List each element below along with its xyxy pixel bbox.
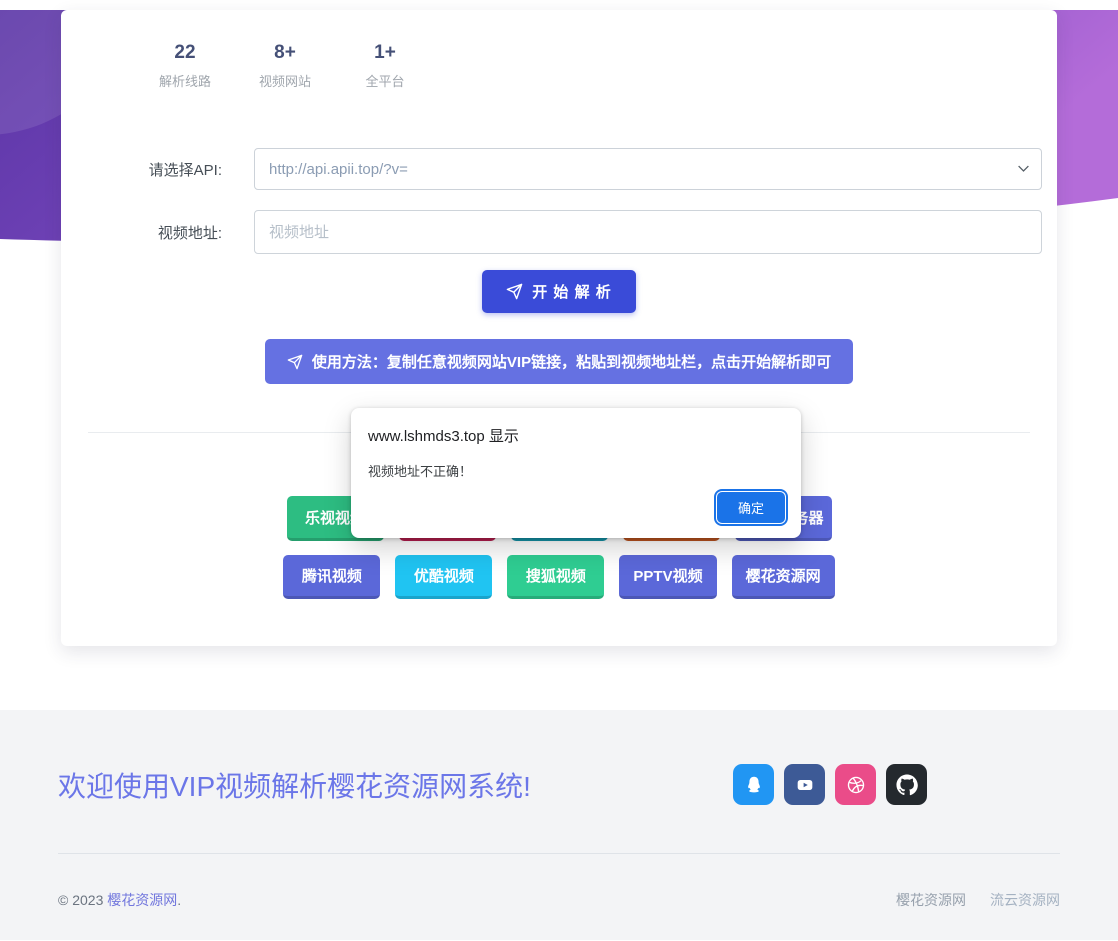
social-icons	[733, 764, 927, 805]
api-select-wrap: http://api.apii.top/?v=	[254, 148, 1042, 190]
github-social-button[interactable]	[886, 764, 927, 805]
alert-dialog-title: www.lshmds3.top 显示	[368, 425, 784, 446]
video-url-input[interactable]	[254, 210, 1042, 254]
stat-video-sites: 8+ 视频网站	[253, 42, 317, 90]
js-alert-dialog: www.lshmds3.top 显示 视频地址不正确！ 确定	[351, 408, 801, 538]
site-buttons-row-2: 腾讯视频 优酷视频 搜狐视频 PPTV视频 樱花资源网	[76, 555, 1042, 599]
usage-tip-banner: 使用方法：复制任意视频网站VIP链接，粘贴到视频地址栏，点击开始解析即可	[265, 339, 853, 384]
stat-label: 全平台	[353, 71, 417, 90]
youtube-social-button[interactable]	[784, 764, 825, 805]
start-parse-button[interactable]: 开 始 解 析	[482, 270, 636, 313]
footer-link-yinghua[interactable]: 樱花资源网	[896, 890, 966, 910]
dribbble-icon	[845, 774, 867, 796]
video-url-form-row: 视频地址:	[76, 210, 1042, 254]
api-select-label: 请选择API:	[76, 159, 254, 180]
dribbble-social-button[interactable]	[835, 764, 876, 805]
site-link-button-tencent[interactable]: 腾讯视频	[283, 555, 380, 599]
api-select[interactable]: http://api.apii.top/?v=	[254, 148, 1042, 190]
footer-link-liuyun[interactable]: 流云资源网	[990, 890, 1060, 910]
site-link-button-youku[interactable]: 优酷视频	[395, 555, 492, 599]
video-url-wrap	[254, 210, 1042, 254]
site-link-button-yinghua[interactable]: 樱花资源网	[732, 555, 835, 599]
stat-all-platforms: 1+ 全平台	[353, 42, 417, 90]
start-parse-label: 开 始 解 析	[532, 281, 612, 302]
stat-value: 22	[153, 42, 217, 64]
footer: 欢迎使用VIP视频解析樱花资源网系统!	[0, 710, 1118, 940]
alert-dialog-message: 视频地址不正确！	[368, 461, 784, 480]
copyright-prefix: © 2023	[58, 892, 107, 908]
site-link-button-pptv[interactable]: PPTV视频	[619, 555, 716, 599]
footer-bottom-row: © 2023 樱花资源网. 樱花资源网 流云资源网	[58, 854, 1060, 910]
youtube-icon	[794, 774, 816, 796]
stats-row: 22 解析线路 8+ 视频网站 1+ 全平台	[76, 42, 1042, 90]
github-octocat-icon	[896, 774, 918, 796]
copyright-site-link[interactable]: 樱花资源网	[107, 892, 177, 908]
paper-plane-icon	[287, 354, 303, 370]
usage-tip-row: 使用方法：复制任意视频网站VIP链接，粘贴到视频地址栏，点击开始解析即可	[76, 339, 1042, 384]
stat-label: 视频网站	[253, 71, 317, 90]
video-url-label: 视频地址:	[76, 222, 254, 243]
footer-headline: 欢迎使用VIP视频解析樱花资源网系统!	[58, 765, 531, 805]
stat-value: 1+	[353, 42, 417, 64]
stat-label: 解析线路	[153, 71, 217, 90]
main-card: 22 解析线路 8+ 视频网站 1+ 全平台 请选择API: http://ap…	[61, 10, 1057, 646]
copyright-suffix: .	[177, 892, 181, 908]
stat-value: 8+	[253, 42, 317, 64]
usage-tip-text: 使用方法：复制任意视频网站VIP链接，粘贴到视频地址栏，点击开始解析即可	[312, 351, 831, 372]
api-form-row: 请选择API: http://api.apii.top/?v=	[76, 148, 1042, 190]
qq-social-button[interactable]	[733, 764, 774, 805]
qq-penguin-icon	[743, 774, 765, 796]
paper-plane-icon	[506, 283, 523, 300]
footer-links: 樱花资源网 流云资源网	[896, 890, 1060, 910]
copyright: © 2023 樱花资源网.	[58, 890, 181, 910]
parse-button-row: 开 始 解 析	[76, 270, 1042, 313]
alert-ok-button[interactable]: 确定	[717, 492, 785, 523]
stat-parse-lines: 22 解析线路	[153, 42, 217, 90]
site-link-button-sohu[interactable]: 搜狐视频	[507, 555, 604, 599]
footer-top-row: 欢迎使用VIP视频解析樱花资源网系统!	[58, 710, 1060, 805]
